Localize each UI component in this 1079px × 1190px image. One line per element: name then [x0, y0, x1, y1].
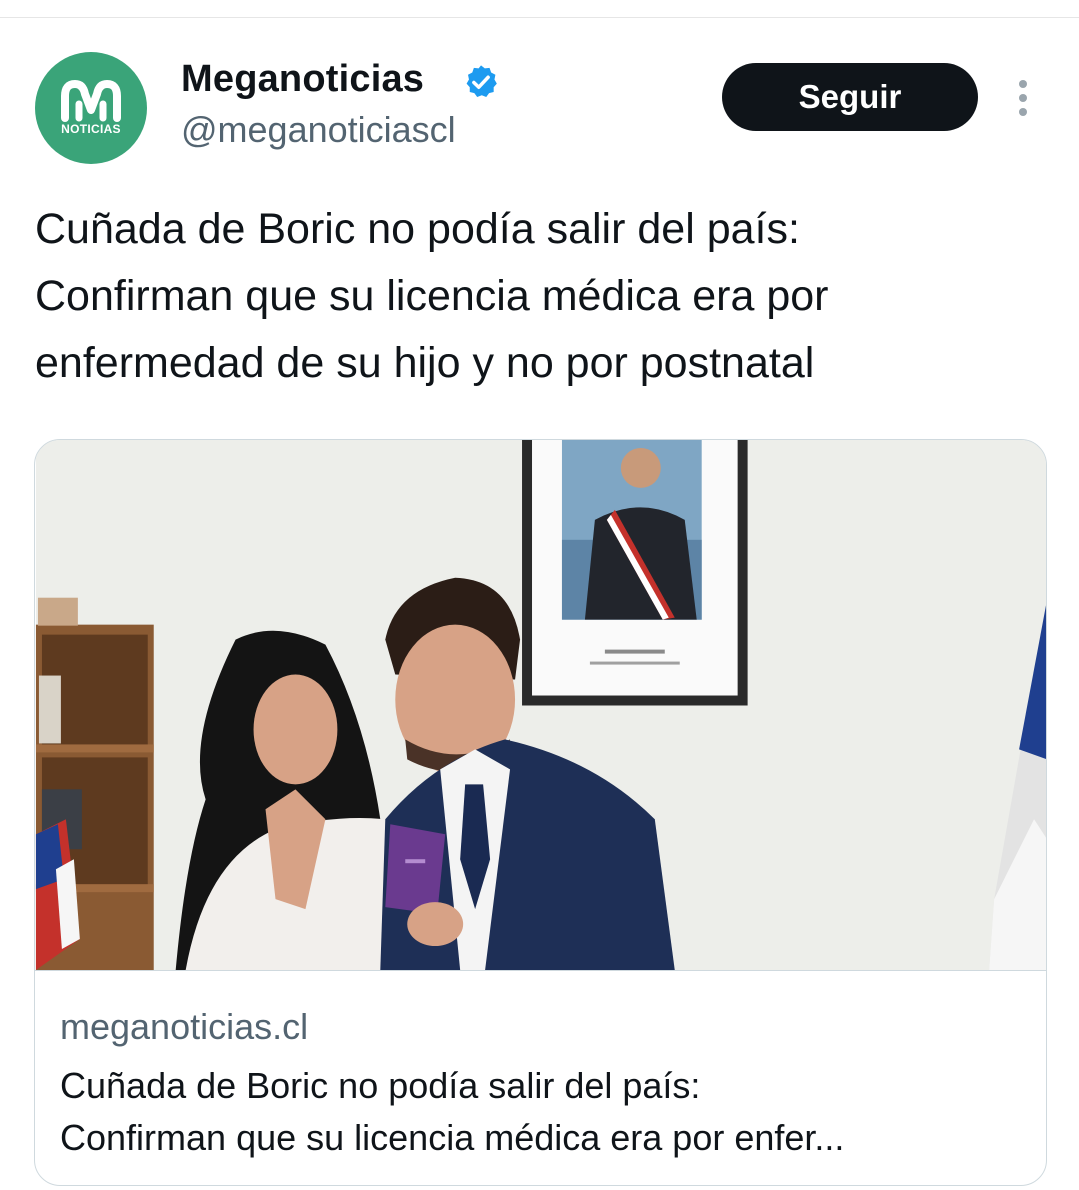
display-name[interactable]: Meganoticias: [181, 58, 424, 101]
tweet-line: Confirman que su licencia médica era por: [35, 272, 829, 320]
verified-badge-icon: [466, 65, 497, 98]
link-card[interactable]: meganoticias.cl Cuñada de Boric no podía…: [34, 439, 1047, 1186]
card-photo[interactable]: [35, 440, 1047, 971]
account-handle[interactable]: @meganoticiascl: [181, 109, 456, 151]
top-divider: [0, 17, 1079, 18]
card-title[interactable]: Cuñada de Boric no podía salir del país:…: [60, 1060, 1020, 1164]
more-options-icon[interactable]: [1012, 78, 1036, 118]
tweet-line: enfermedad de su hijo y no por postnatal: [35, 339, 815, 387]
avatar[interactable]: NOTICIAS: [35, 52, 147, 164]
meganoticias-logo-icon: [61, 80, 121, 122]
card-title-line: Confirman que su licencia médica era por…: [60, 1117, 845, 1158]
tweet-line: Cuñada de Boric no podía salir del país:: [35, 205, 800, 253]
card-title-line: Cuñada de Boric no podía salir del país:: [60, 1065, 701, 1106]
card-domain[interactable]: meganoticias.cl: [60, 1006, 308, 1048]
tweet-text: Cuñada de Boric no podía salir del país:…: [35, 196, 1055, 397]
avatar-label: NOTICIAS: [61, 122, 121, 136]
follow-button[interactable]: Seguir: [722, 63, 978, 131]
